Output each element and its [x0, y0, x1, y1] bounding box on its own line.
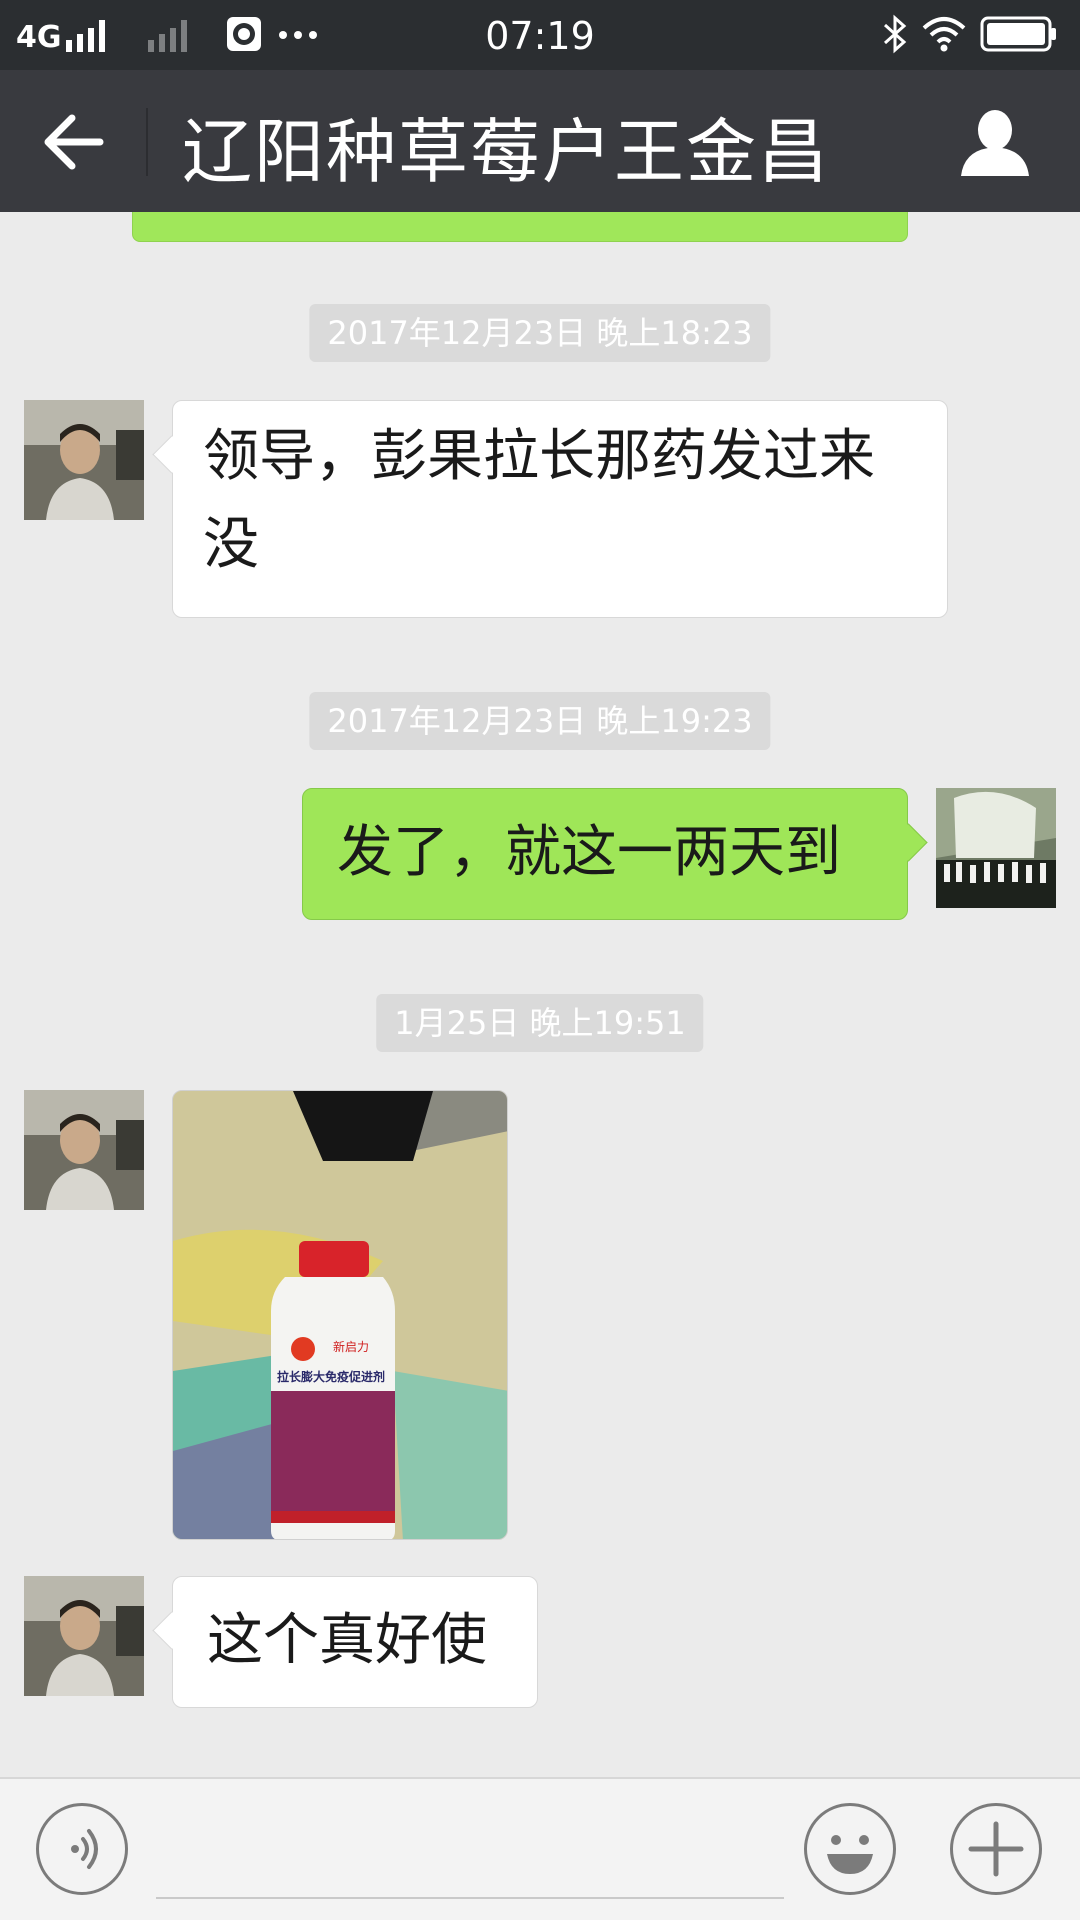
message-text: 这个真好使 — [207, 1608, 487, 1673]
input-bar — [0, 1777, 1080, 1920]
my-avatar[interactable] — [936, 788, 1056, 908]
plus-icon — [968, 1821, 1024, 1877]
bluetooth-icon — [883, 14, 907, 54]
emoji-icon — [827, 1835, 873, 1874]
message-text-line: 没 — [203, 512, 259, 577]
message-text: 发了，就这一两天到 — [337, 820, 841, 885]
previous-message-bubble[interactable] — [132, 212, 908, 242]
voice-icon — [71, 1829, 98, 1869]
message-timestamp: 2017年12月23日 晚上19:23 — [309, 692, 771, 750]
received-message-bubble[interactable]: 领导，彭果拉长那药发过来 没 — [172, 400, 948, 618]
chat-area[interactable]: 2017年12月23日 晚上18:23 领导，彭果拉长那药发过来 没 2017年… — [0, 212, 1080, 1777]
clock: 07:19 — [485, 14, 595, 58]
message-text-line: 领导，彭果拉长那药发过来 — [203, 424, 875, 489]
wifi-icon — [922, 17, 966, 52]
image-message[interactable]: 新启力 拉长膨大免疫促进剂 — [172, 1090, 508, 1540]
chat-header: 辽阳种草莓户王金昌 — [0, 70, 1080, 212]
status-bar: 4G 07:19 — [0, 0, 1080, 70]
message-timestamp: 1月25日 晚上19:51 — [376, 994, 704, 1052]
contact-avatar[interactable] — [24, 1090, 144, 1210]
received-message-bubble[interactable]: 这个真好使 — [172, 1576, 538, 1708]
contact-avatar[interactable] — [24, 1576, 144, 1696]
fertilizer-bottle: 新启力 拉长膨大免疫促进剂 — [271, 1241, 395, 1539]
profile-icon[interactable] — [958, 106, 1032, 178]
message-input[interactable] — [156, 1809, 784, 1899]
chat-title: 辽阳种草莓户王金昌 — [182, 111, 830, 193]
sent-message-bubble[interactable]: 发了，就这一两天到 — [302, 788, 908, 920]
bottle-brand: 新启力 — [333, 1339, 369, 1354]
battery-icon — [980, 16, 1056, 52]
bottle-product: 拉长膨大免疫促进剂 — [277, 1369, 385, 1384]
voice-button[interactable] — [36, 1803, 128, 1895]
emoji-button[interactable] — [804, 1803, 896, 1895]
header-divider — [146, 108, 148, 176]
back-arrow-icon[interactable] — [40, 110, 110, 174]
more-functions-button[interactable] — [950, 1803, 1042, 1895]
contact-avatar[interactable] — [24, 400, 144, 520]
message-timestamp: 2017年12月23日 晚上18:23 — [309, 304, 771, 362]
